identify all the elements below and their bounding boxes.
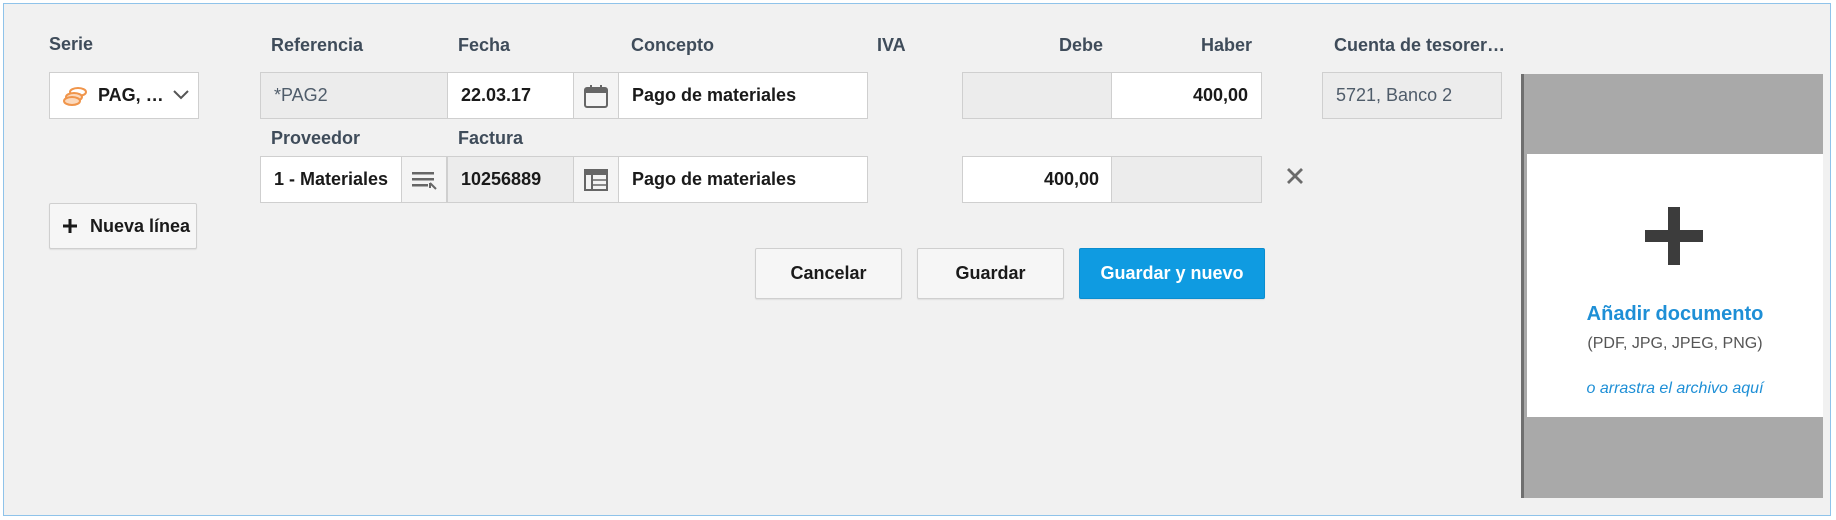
concepto-value: Pago de materiales bbox=[632, 85, 797, 105]
cancel-label: Cancelar bbox=[790, 263, 867, 283]
haber-field-2 bbox=[1111, 156, 1262, 203]
factura-label: Factura bbox=[458, 128, 524, 148]
invoice-grid-icon bbox=[583, 168, 609, 192]
chevron-down-icon bbox=[172, 87, 190, 101]
file-formats-text: (PDF, JPG, JPEG, PNG) bbox=[1587, 335, 1763, 352]
document-upload-area[interactable]: Añadir documento (PDF, JPG, JPEG, PNG) o… bbox=[1521, 74, 1823, 498]
calendar-icon bbox=[583, 83, 609, 109]
new-line-label: Nueva línea bbox=[90, 215, 191, 236]
haber-value-1: 400,00 bbox=[1192, 85, 1248, 105]
fecha-input[interactable]: 22.03.17 bbox=[447, 72, 577, 119]
coins-icon bbox=[62, 85, 88, 107]
factura-field: 10256889 bbox=[447, 156, 577, 203]
serie-select[interactable]: PAG, … bbox=[49, 72, 199, 119]
proveedor-value: 1 - Materiales bbox=[274, 169, 389, 189]
debe-label: Debe bbox=[1058, 35, 1103, 55]
save-and-new-button[interactable]: Guardar y nuevo bbox=[1079, 248, 1265, 299]
cancel-button[interactable]: Cancelar bbox=[755, 248, 902, 299]
debe-input-2[interactable]: 400,00 bbox=[962, 156, 1113, 203]
proveedor-input[interactable]: 1 - Materiales bbox=[260, 156, 406, 203]
save-and-new-label: Guardar y nuevo bbox=[1100, 263, 1244, 283]
haber-input-1[interactable]: 400,00 bbox=[1111, 72, 1262, 119]
save-label: Guardar bbox=[955, 263, 1026, 283]
accounting-entry-form: Serie Referencia Fecha Concepto IVA Debe… bbox=[3, 3, 1831, 516]
cuenta-value: 5721, Banco 2 bbox=[1336, 85, 1453, 105]
save-button[interactable]: Guardar bbox=[917, 248, 1064, 299]
cuenta-tesoreria-label: Cuenta de tesorer… bbox=[1334, 35, 1506, 55]
factura-value: 10256889 bbox=[461, 169, 542, 189]
iva-label: IVA bbox=[877, 35, 906, 55]
fecha-value: 22.03.17 bbox=[461, 85, 532, 105]
plus-icon bbox=[62, 218, 78, 234]
new-line-button[interactable]: Nueva línea bbox=[49, 203, 197, 249]
document-upload-card[interactable]: Añadir documento (PDF, JPG, JPEG, PNG) o… bbox=[1527, 154, 1823, 417]
serie-value: PAG, … bbox=[98, 85, 164, 105]
fecha-label: Fecha bbox=[458, 35, 511, 55]
serie-label: Serie bbox=[49, 34, 94, 54]
list-icon bbox=[411, 169, 437, 191]
referencia-field: *PAG2 bbox=[260, 72, 450, 119]
debe-value-2: 400,00 bbox=[1043, 169, 1099, 189]
factura-button[interactable] bbox=[573, 156, 619, 203]
haber-label: Haber bbox=[1200, 35, 1252, 55]
remove-line-button[interactable] bbox=[1283, 164, 1307, 188]
referencia-value: *PAG2 bbox=[274, 85, 328, 105]
concepto-label: Concepto bbox=[631, 35, 714, 55]
concepto-input-2[interactable]: Pago de materiales bbox=[618, 156, 868, 203]
proveedor-list-button[interactable] bbox=[401, 156, 447, 203]
referencia-label: Referencia bbox=[271, 35, 364, 55]
concepto-input[interactable]: Pago de materiales bbox=[618, 72, 868, 119]
proveedor-label: Proveedor bbox=[271, 128, 361, 148]
drag-file-hint: o arrastra el archivo aquí bbox=[1586, 380, 1764, 397]
cuenta-tesoreria-field[interactable]: 5721, Banco 2 bbox=[1322, 72, 1502, 119]
add-document-link[interactable]: Añadir documento bbox=[1527, 303, 1823, 326]
concepto-value-2: Pago de materiales bbox=[632, 169, 797, 189]
calendar-button[interactable] bbox=[573, 72, 619, 119]
close-icon bbox=[1286, 167, 1304, 185]
plus-icon bbox=[1645, 207, 1703, 265]
debe-field-1 bbox=[962, 72, 1113, 119]
